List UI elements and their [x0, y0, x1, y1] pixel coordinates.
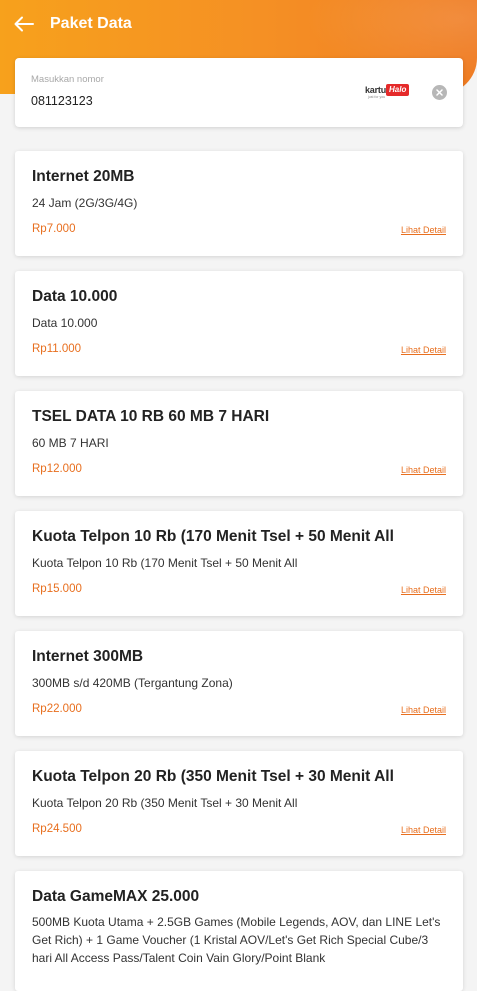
view-detail-link[interactable]: Lihat Detail — [401, 465, 446, 475]
arrow-left-icon — [14, 16, 34, 32]
package-price: Rp11.000 — [32, 343, 82, 355]
package-description: Kuota Telpon 10 Rb (170 Menit Tsel + 50 … — [32, 556, 298, 570]
package-title: TSEL DATA 10 RB 60 MB 7 HARI — [32, 408, 270, 425]
brand-prefix: kartu — [365, 85, 387, 95]
brand-name: Halo — [386, 84, 410, 96]
view-detail-link[interactable]: Lihat Detail — [401, 345, 446, 355]
package-description: 24 Jam (2G/3G/4G) — [32, 196, 138, 210]
package-price: Rp7.000 — [32, 223, 76, 235]
back-button[interactable] — [0, 0, 48, 48]
package-title: Data 10.000 — [32, 288, 118, 305]
close-icon — [436, 89, 443, 96]
top-bar: Paket Data — [0, 0, 477, 48]
package-card[interactable]: Kuota Telpon 20 Rb (350 Menit Tsel + 30 … — [15, 751, 463, 856]
phone-number-input[interactable] — [31, 94, 331, 108]
kartuhalo-logo: kartu Halo just for you — [365, 84, 410, 99]
package-title: Internet 20MB — [32, 168, 135, 185]
package-price: Rp24.500 — [32, 823, 82, 835]
brand-tagline: just for you — [368, 95, 386, 99]
view-detail-link[interactable]: Lihat Detail — [401, 225, 446, 235]
package-title: Kuota Telpon 10 Rb (170 Menit Tsel + 50 … — [32, 528, 394, 545]
package-description: Data 10.000 — [32, 316, 98, 330]
package-title: Internet 300MB — [32, 648, 144, 665]
package-card[interactable]: Data 10.000 Data 10.000 Rp11.000 Lihat D… — [15, 271, 463, 376]
package-description: 300MB s/d 420MB (Tergantung Zona) — [32, 676, 233, 690]
view-detail-link[interactable]: Lihat Detail — [401, 585, 446, 595]
clear-input-button[interactable] — [432, 85, 447, 100]
view-detail-link[interactable]: Lihat Detail — [401, 705, 446, 715]
phone-number-label: Masukkan nomor — [31, 74, 104, 85]
phone-number-card: Masukkan nomor kartu Halo just for you — [15, 58, 463, 127]
package-card[interactable]: Kuota Telpon 10 Rb (170 Menit Tsel + 50 … — [15, 511, 463, 616]
package-card[interactable]: Internet 300MB 300MB s/d 420MB (Tergantu… — [15, 631, 463, 736]
package-price: Rp22.000 — [32, 703, 82, 715]
package-price: Rp12.000 — [32, 463, 82, 475]
package-description: 60 MB 7 HARI — [32, 436, 109, 450]
package-card[interactable]: TSEL DATA 10 RB 60 MB 7 HARI 60 MB 7 HAR… — [15, 391, 463, 496]
package-title: Kuota Telpon 20 Rb (350 Menit Tsel + 30 … — [32, 768, 394, 785]
page-title: Paket Data — [50, 15, 132, 32]
package-card[interactable]: Internet 20MB 24 Jam (2G/3G/4G) Rp7.000 … — [15, 151, 463, 256]
package-card[interactable]: Data GameMAX 25.000 500MB Kuota Utama + … — [15, 871, 463, 991]
view-detail-link[interactable]: Lihat Detail — [401, 825, 446, 835]
package-price: Rp15.000 — [32, 583, 82, 595]
package-description: Kuota Telpon 20 Rb (350 Menit Tsel + 30 … — [32, 796, 298, 810]
package-title: Data GameMAX 25.000 — [32, 888, 200, 905]
